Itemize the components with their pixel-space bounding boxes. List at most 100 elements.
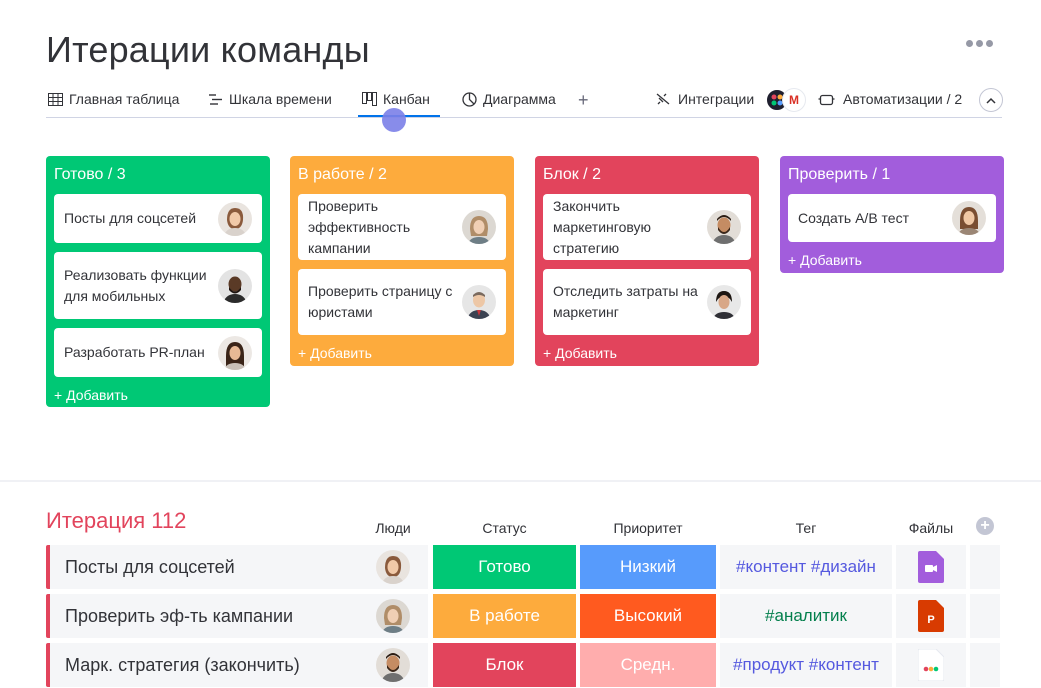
tab-kanban[interactable]: Канбан xyxy=(362,91,430,107)
table-icon xyxy=(48,92,63,106)
page-title: Итерации команды xyxy=(46,29,370,70)
column-header-people[interactable]: Люди xyxy=(358,520,428,536)
integrations-button[interactable]: Интеграции xyxy=(655,91,754,107)
status-cell[interactable]: Блок xyxy=(433,643,576,687)
files-cell[interactable] xyxy=(896,545,966,589)
avatar xyxy=(376,550,410,584)
card-title: Закончить маркетинговую стратегию xyxy=(553,197,651,256)
chevron-up-icon xyxy=(986,97,996,104)
tab-label: Диаграмма xyxy=(483,91,556,107)
table-row: Посты для соцсетей Готово Низкий #контен… xyxy=(46,545,1000,589)
card-title: Реализовать функции для мобильных xyxy=(64,266,207,304)
avatar xyxy=(952,201,986,235)
item-name[interactable]: Посты для соцсетей xyxy=(50,545,400,589)
kanban-column-done: Готово / 3 Посты для соцсетей Реализоват… xyxy=(46,156,270,407)
chart-icon xyxy=(462,91,477,107)
files-cell[interactable]: P xyxy=(896,594,966,638)
card-title: Проверить страницу с юристами xyxy=(308,283,453,320)
automations-button[interactable]: Автоматизации / 2 xyxy=(818,91,962,107)
column-header-files[interactable]: Файлы xyxy=(896,520,966,536)
kanban-card[interactable]: Разработать PR-план xyxy=(54,328,262,377)
tag-cell[interactable]: #продукт #контент xyxy=(720,643,892,687)
people-cell[interactable] xyxy=(358,545,428,589)
kanban-card[interactable]: Закончить маркетинговую стратегию xyxy=(543,194,751,260)
add-card-button[interactable]: + Добавить xyxy=(54,386,262,411)
collapse-header-button[interactable] xyxy=(979,88,1003,112)
add-card-button[interactable]: + Добавить xyxy=(788,251,996,276)
files-cell[interactable] xyxy=(896,643,966,687)
kanban-column-working: В работе / 2 Проверить эффективность кам… xyxy=(290,156,514,366)
kanban-column-review: Проверить / 1 Создать A/B тест + Добавит… xyxy=(780,156,1004,273)
add-card-button[interactable]: + Добавить xyxy=(543,344,751,369)
tab-label: Главная таблица xyxy=(69,91,180,107)
kanban-icon xyxy=(362,92,377,106)
tag-text: #продукт #контент xyxy=(733,655,879,674)
kanban-card[interactable]: Создать A/B тест xyxy=(788,194,996,242)
priority-cell[interactable]: Высокий xyxy=(580,594,716,638)
mouse-cursor-indicator xyxy=(382,108,406,132)
avatar xyxy=(462,210,496,244)
gmail-icon: M xyxy=(782,88,806,112)
column-header-tag[interactable]: Тег xyxy=(720,520,892,536)
integrations-icon xyxy=(656,93,670,105)
tab-main-table[interactable]: Главная таблица xyxy=(48,91,179,107)
add-column-button[interactable]: + xyxy=(976,517,994,535)
status-cell[interactable]: Готово xyxy=(433,545,576,589)
more-options-icon[interactable] xyxy=(966,40,993,47)
presentation-file-icon: P xyxy=(918,600,944,632)
column-header-status[interactable]: Статус xyxy=(433,520,576,536)
group-title[interactable]: Итерация 112 xyxy=(46,508,186,534)
avatar xyxy=(707,210,741,244)
kanban-card[interactable]: Посты для соцсетей xyxy=(54,194,262,243)
item-name[interactable]: Проверить эф-ть кампании xyxy=(50,594,400,638)
column-title: Блок / 2 xyxy=(543,166,601,183)
app-window: Итерации команды Главная таблица Шкала в… xyxy=(0,0,1041,688)
add-view-button[interactable]: + xyxy=(578,90,589,111)
avatar xyxy=(707,285,741,319)
kanban-card[interactable]: Проверить страницу с юристами xyxy=(298,269,506,335)
video-file-icon xyxy=(918,551,944,583)
monday-file-icon xyxy=(918,649,944,681)
priority-cell[interactable]: Средн. xyxy=(580,643,716,687)
avatar xyxy=(376,599,410,633)
priority-cell[interactable]: Низкий xyxy=(580,545,716,589)
integration-apps[interactable]: M xyxy=(765,88,809,112)
row-end-cell xyxy=(970,545,1000,589)
avatar xyxy=(218,201,252,236)
tag-cell[interactable]: #контент #дизайн xyxy=(720,545,892,589)
tab-timeline[interactable]: Шкала времени xyxy=(208,91,332,107)
tag-text: #контент #дизайн xyxy=(736,557,876,576)
kanban-card[interactable]: Проверить эффективность кампании xyxy=(298,194,506,260)
avatar xyxy=(462,285,496,319)
table-row: Проверить эф-ть кампании В работе Высоки… xyxy=(46,594,1000,638)
avatar xyxy=(218,335,252,370)
card-title: Создать A/B тест xyxy=(798,209,910,226)
kanban-card[interactable]: Реализовать функции для мобильных xyxy=(54,252,262,319)
column-title: Проверить / 1 xyxy=(788,166,891,183)
avatar xyxy=(218,268,252,303)
svg-text:P: P xyxy=(927,614,934,626)
card-title: Посты для соцсетей xyxy=(64,210,197,226)
tab-label: Шкала времени xyxy=(229,91,332,107)
kanban-card[interactable]: Отследить затраты на маркетинг xyxy=(543,269,751,335)
automations-label: Автоматизации / 2 xyxy=(843,91,963,107)
avatar xyxy=(376,648,410,682)
item-name[interactable]: Марк. стратегия (закончить) xyxy=(50,643,400,687)
tab-chart[interactable]: Диаграмма xyxy=(462,91,556,107)
section-divider xyxy=(0,480,1041,482)
card-title: Отследить затраты на маркетинг xyxy=(553,283,698,320)
card-title: Проверить эффективность кампании xyxy=(308,197,411,256)
tab-label: Канбан xyxy=(383,91,430,107)
tag-text: #аналитик xyxy=(765,606,847,625)
robot-icon xyxy=(818,94,835,105)
column-header-priority[interactable]: Приоритет xyxy=(580,520,716,536)
people-cell[interactable] xyxy=(358,643,428,687)
table-row: Марк. стратегия (закончить) Блок Средн. … xyxy=(46,643,1000,687)
column-title: Готово / 3 xyxy=(54,166,126,183)
people-cell[interactable] xyxy=(358,594,428,638)
status-cell[interactable]: В работе xyxy=(433,594,576,638)
tag-cell[interactable]: #аналитик xyxy=(720,594,892,638)
row-end-cell xyxy=(970,594,1000,638)
add-card-button[interactable]: + Добавить xyxy=(298,344,506,369)
integrations-label: Интеграции xyxy=(678,91,755,107)
